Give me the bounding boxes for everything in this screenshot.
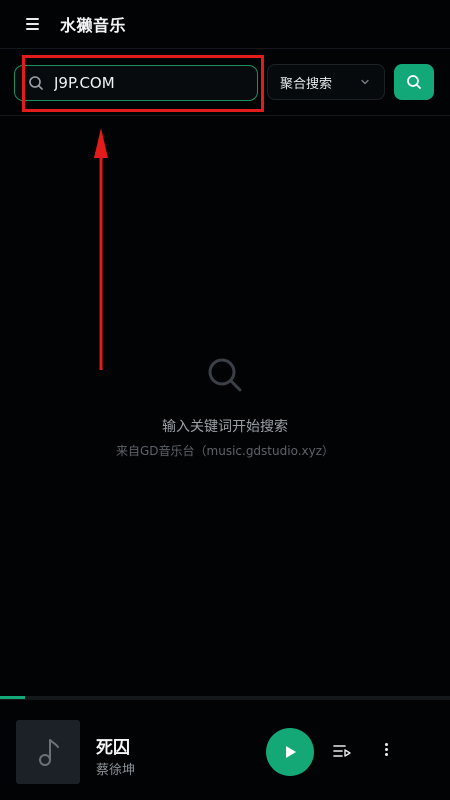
search-button[interactable] — [394, 64, 434, 100]
app-root: 水獭音乐 聚合搜索 输入关键词开始搜索 — [0, 0, 450, 800]
search-input[interactable] — [54, 74, 244, 92]
app-title: 水獭音乐 — [60, 16, 127, 35]
play-icon — [286, 746, 296, 758]
empty-state-title: 输入关键词开始搜索 — [162, 419, 288, 435]
music-note-icon — [39, 739, 59, 766]
chevron-down-icon — [361, 79, 369, 85]
empty-state: 输入关键词开始搜索 来自GD音乐台（music.gdstudio.xyz） — [0, 356, 450, 459]
song-title: 死囚 — [96, 738, 130, 758]
hamburger-menu-icon[interactable] — [26, 18, 40, 30]
player-bar: 死囚 蔡徐坤 — [0, 699, 450, 800]
empty-state-subtitle: 来自GD音乐台（music.gdstudio.xyz） — [115, 444, 335, 458]
play-button[interactable] — [266, 728, 314, 776]
search-mode-label: 聚合搜索 — [280, 76, 333, 92]
more-vertical-icon[interactable] — [383, 743, 389, 758]
album-cover[interactable] — [16, 720, 80, 784]
annotation-arrow-up-icon — [94, 128, 108, 370]
search-icon — [208, 358, 242, 392]
song-artist: 蔡徐坤 — [96, 763, 136, 778]
playlist-icon[interactable] — [333, 744, 351, 758]
search-icon — [29, 76, 43, 90]
search-field[interactable] — [14, 65, 258, 101]
header: 水獭音乐 — [0, 0, 450, 48]
search-icon — [407, 75, 421, 89]
search-mode-select[interactable]: 聚合搜索 — [267, 64, 385, 100]
